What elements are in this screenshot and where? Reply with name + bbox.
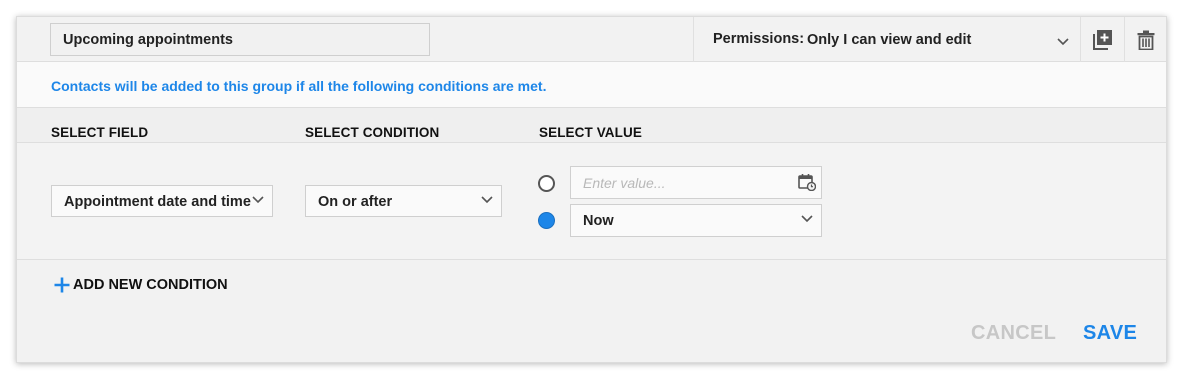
conditions-info-text: Contacts will be added to this group if … — [51, 78, 547, 94]
column-headers: SELECT FIELD SELECT CONDITION SELECT VAL… — [17, 108, 1166, 143]
group-name-input[interactable] — [50, 23, 430, 56]
add-condition-button[interactable]: ADD NEW CONDITION — [53, 274, 228, 296]
plus-icon — [54, 277, 70, 293]
smart-group-editor: Permissions: Only I can view and edit — [16, 16, 1167, 363]
header-divider — [693, 17, 694, 62]
permissions-select[interactable]: Only I can view and edit — [807, 23, 1077, 56]
field-select[interactable]: Appointment date and time — [51, 185, 273, 217]
cancel-button[interactable]: CANCEL — [971, 322, 1056, 345]
column-header-condition: SELECT CONDITION — [305, 125, 440, 140]
chevron-down-icon — [1057, 38, 1069, 46]
save-button[interactable]: SAVE — [1083, 322, 1137, 345]
calendar-icon[interactable] — [798, 173, 816, 191]
editor-header: Permissions: Only I can view and edit — [17, 17, 1166, 62]
delete-button[interactable] — [1124, 17, 1168, 62]
add-condition-label: ADD NEW CONDITION — [73, 277, 228, 293]
radio-relative-value[interactable] — [538, 212, 555, 229]
condition-row: Appointment date and time On or after No… — [17, 143, 1166, 260]
chevron-down-icon — [801, 215, 813, 223]
duplicate-icon — [1093, 30, 1112, 50]
radio-specific-value[interactable] — [538, 175, 555, 192]
chevron-down-icon — [252, 196, 264, 204]
field-select-value: Appointment date and time — [64, 194, 251, 210]
permissions-value: Only I can view and edit — [807, 32, 972, 48]
permissions-label: Permissions: — [713, 31, 805, 47]
info-row: Contacts will be added to this group if … — [17, 62, 1166, 108]
column-header-field: SELECT FIELD — [51, 125, 149, 140]
duplicate-button[interactable] — [1081, 17, 1125, 62]
trash-icon — [1137, 30, 1155, 50]
condition-select[interactable]: On or after — [305, 185, 502, 217]
chevron-down-icon — [481, 196, 493, 204]
relative-value-selected: Now — [583, 213, 614, 229]
column-header-value: SELECT VALUE — [539, 125, 642, 140]
relative-value-select[interactable]: Now — [570, 204, 822, 237]
value-input[interactable] — [570, 166, 822, 199]
condition-select-value: On or after — [318, 194, 393, 210]
